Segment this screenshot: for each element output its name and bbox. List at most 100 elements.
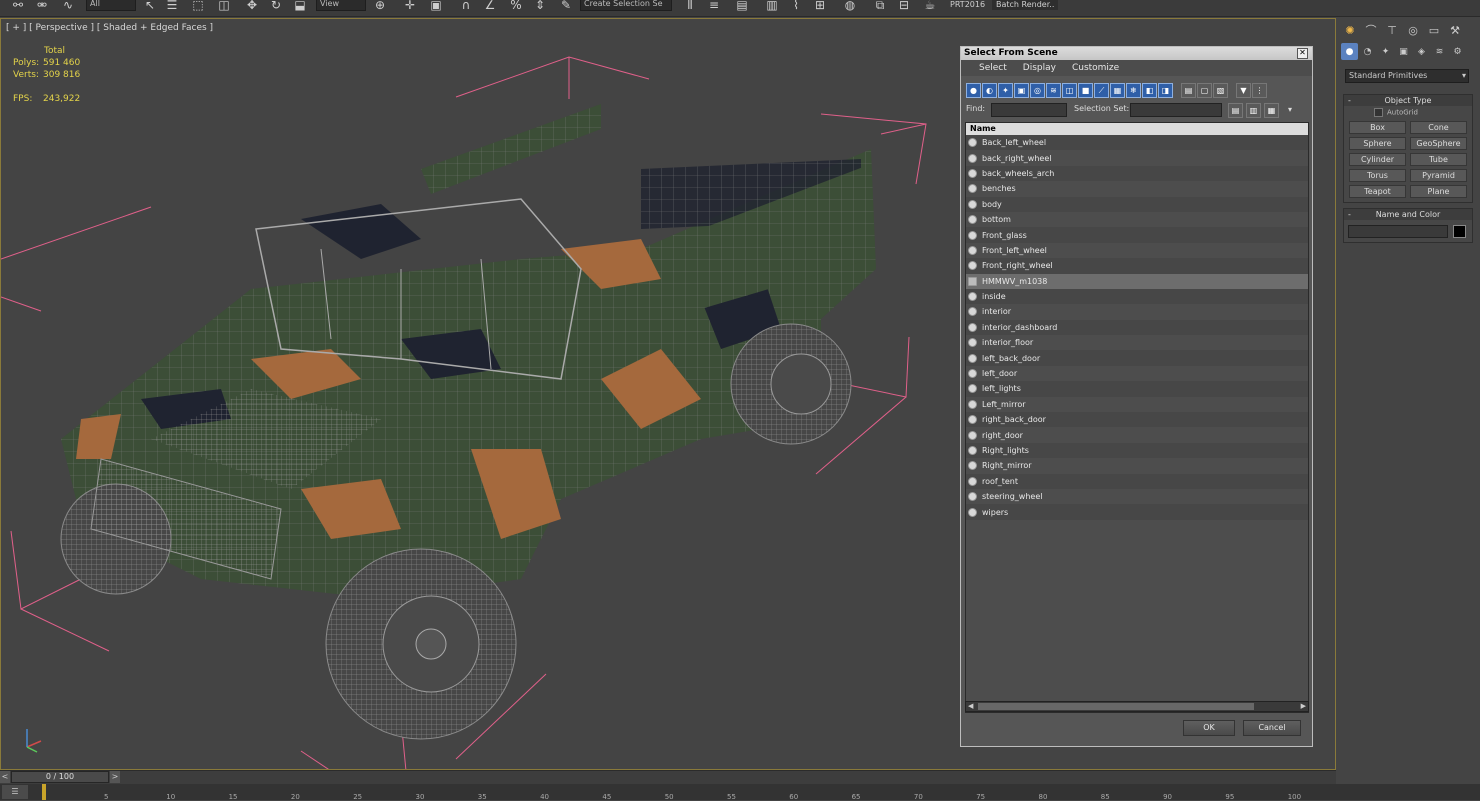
list-item[interactable]: left_back_door [966, 350, 1308, 366]
create-tab-icon[interactable]: ✺ [1341, 21, 1359, 39]
dialog-title-bar[interactable]: Select From Scene ✕ [961, 47, 1312, 60]
selection-set-add-icon[interactable]: ▤ [1228, 103, 1243, 118]
list-item[interactable]: HMMWV_m1038 [966, 273, 1308, 289]
object-color-swatch[interactable] [1453, 224, 1466, 238]
list-item[interactable]: right_door [966, 427, 1308, 442]
scroll-right-icon[interactable]: ▶ [1301, 702, 1306, 710]
track-bar[interactable]: ☰ 5 10 15 20 25 30 35 40 45 50 55 60 65 70 75 80 85 90 95 1… [0, 784, 1480, 801]
percent-snap-icon[interactable]: % [506, 0, 526, 14]
cone-button[interactable]: Cone [1410, 121, 1467, 134]
pivot-icon[interactable]: ⊕ [370, 0, 390, 14]
batch-render-button[interactable]: Batch Render.. [992, 0, 1059, 10]
rendered-frame-icon[interactable]: ⊟ [894, 0, 914, 14]
display-frozen-icon[interactable]: ❄ [1126, 83, 1141, 98]
display-cameras-icon[interactable]: ▣ [1014, 83, 1029, 98]
list-item[interactable]: inside [966, 288, 1308, 305]
selection-set-combo[interactable] [1130, 103, 1222, 117]
cancel-button[interactable]: Cancel [1243, 720, 1301, 736]
geosphere-button[interactable]: GeoSphere [1410, 137, 1467, 150]
box-button[interactable]: Box [1349, 121, 1406, 134]
object-name-field[interactable] [1348, 224, 1448, 238]
motion-tab-icon[interactable]: ◎ [1404, 21, 1422, 39]
teapot-button[interactable]: Teapot [1349, 185, 1406, 198]
scene-object-list[interactable]: Name Back_left_wheel back_right_wheel back… [965, 122, 1309, 713]
align-icon[interactable]: ≡ [704, 0, 724, 14]
named-selection-set-combo[interactable]: Create Selection Se [580, 0, 672, 11]
list-item[interactable]: Right_lights [966, 442, 1308, 459]
list-item[interactable]: Right_mirror [966, 458, 1308, 473]
time-slider-thumb[interactable]: 0 / 100 [11, 771, 109, 783]
autogrid-checkbox[interactable]: AutoGrid [1344, 106, 1472, 117]
scrollbar-thumb[interactable] [978, 703, 1254, 710]
systems-icon[interactable]: ⚙ [1449, 43, 1466, 60]
filter-icon[interactable]: ▼ [1236, 83, 1251, 98]
list-item[interactable]: interior_floor [966, 335, 1308, 350]
display-spacewarps-icon[interactable]: ≋ [1046, 83, 1061, 98]
list-item[interactable]: right_back_door [966, 412, 1308, 428]
display-all-icon[interactable]: ◨ [1158, 83, 1173, 98]
spacewarps-icon[interactable]: ≋ [1431, 43, 1448, 60]
list-item[interactable]: Front_glass [966, 227, 1308, 243]
link-icon[interactable]: ⚯ [8, 0, 28, 14]
display-helpers-icon[interactable]: ◎ [1030, 83, 1045, 98]
helpers-icon[interactable]: ◈ [1413, 43, 1430, 60]
modify-tab-icon[interactable]: ⌒ [1362, 21, 1380, 39]
angle-snap-icon[interactable]: ∠ [480, 0, 500, 14]
selection-filter-combo[interactable]: All [86, 0, 136, 11]
cameras-icon[interactable]: ▣ [1395, 43, 1412, 60]
list-item[interactable]: bottom [966, 212, 1308, 227]
display-xrefs-icon[interactable]: ■ [1078, 83, 1093, 98]
keyboard-shortcut-icon[interactable]: ▣ [426, 0, 446, 14]
list-item[interactable]: body [966, 196, 1308, 212]
cylinder-button[interactable]: Cylinder [1349, 153, 1406, 166]
select-by-name-icon[interactable]: ☰ [162, 0, 182, 14]
scale-icon[interactable]: ⬓ [290, 0, 310, 14]
list-item[interactable]: interior [966, 304, 1308, 319]
humvee-model[interactable] [1, 19, 961, 770]
mini-curve-editor-icon[interactable]: ☰ [2, 785, 28, 799]
list-item[interactable]: interior_dashboard [966, 319, 1308, 336]
display-groups-icon[interactable]: ◫ [1062, 83, 1077, 98]
display-hidden-icon[interactable]: ◧ [1142, 83, 1157, 98]
menu-select[interactable]: Select [971, 60, 1015, 76]
layer-manager-icon[interactable]: ▤ [732, 0, 752, 14]
geometry-icon[interactable]: ● [1341, 43, 1358, 60]
list-item[interactable]: benches [966, 181, 1308, 196]
scroll-left-icon[interactable]: ◀ [968, 702, 973, 710]
list-item[interactable]: roof_tent [966, 473, 1308, 489]
reference-coord-combo[interactable]: View [316, 0, 366, 11]
display-shapes-icon[interactable]: ◐ [982, 83, 997, 98]
curve-editor-icon[interactable]: ⌇ [786, 0, 806, 14]
list-item[interactable]: back_wheels_arch [966, 165, 1308, 182]
options-arrow-icon[interactable]: ▾ [1288, 105, 1292, 114]
snap-toggle-icon[interactable]: ∩ [456, 0, 476, 14]
object-type-header[interactable]: - Object Type [1344, 95, 1472, 106]
list-item[interactable]: left_lights [966, 381, 1308, 397]
render-setup-icon[interactable]: ⧉ [870, 0, 890, 14]
selection-set-remove-icon[interactable]: ▥ [1246, 103, 1261, 118]
list-item[interactable]: Left_mirror [966, 397, 1308, 412]
list-item[interactable]: Front_right_wheel [966, 258, 1308, 274]
plane-button[interactable]: Plane [1410, 185, 1467, 198]
selection-set-highlight-icon[interactable]: ▦ [1264, 103, 1279, 118]
display-containers-icon[interactable]: ▦ [1110, 83, 1125, 98]
render-icon[interactable]: ☕ [920, 0, 940, 14]
select-object-icon[interactable]: ↖ [140, 0, 160, 14]
bind-spacewarp-icon[interactable]: ∿ [58, 0, 78, 14]
hierarchy-icon[interactable]: ⋮ [1252, 83, 1267, 98]
ribbon-icon[interactable]: ▥ [762, 0, 782, 14]
hierarchy-tab-icon[interactable]: ⊤ [1383, 21, 1401, 39]
torus-button[interactable]: Torus [1349, 169, 1406, 182]
name-column-header[interactable]: Name [966, 123, 1308, 135]
select-none-icon[interactable]: ▢ [1197, 83, 1212, 98]
window-crossing-icon[interactable]: ◫ [214, 0, 234, 14]
pyramid-button[interactable]: Pyramid [1410, 169, 1467, 182]
horizontal-scrollbar[interactable]: ◀ ▶ [965, 701, 1309, 712]
schematic-view-icon[interactable]: ⊞ [810, 0, 830, 14]
find-input[interactable] [991, 103, 1067, 117]
display-bones-icon[interactable]: ⟋ [1094, 83, 1109, 98]
list-item[interactable]: left_door [966, 366, 1308, 381]
list-item[interactable]: back_right_wheel [966, 150, 1308, 165]
list-item[interactable]: Back_left_wheel [966, 135, 1308, 151]
name-and-color-header[interactable]: - Name and Color [1344, 209, 1472, 220]
